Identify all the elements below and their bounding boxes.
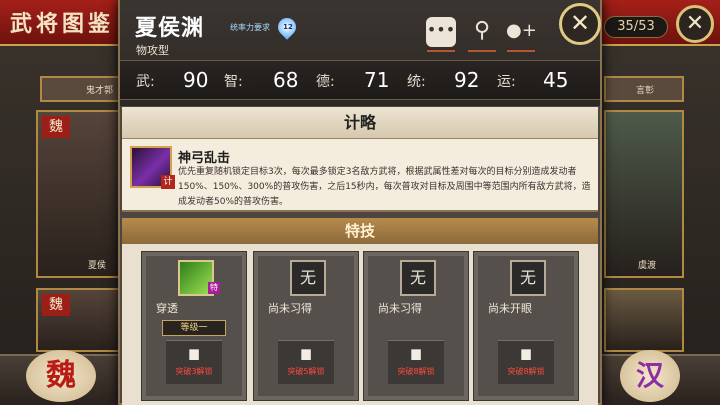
strategy-title: 计略 <box>343 113 376 132</box>
side-card-label: 虞渡 <box>638 261 657 271</box>
chat-bubble-icon[interactable]: ••• <box>426 17 456 47</box>
lock-icon: ▆ <box>411 346 421 360</box>
stat-label: 统: <box>407 74 426 90</box>
strategy-tag: 计 <box>161 175 175 189</box>
faction-tag: 魏 <box>42 116 70 138</box>
side-card-label: 言彰 <box>636 86 655 96</box>
unlock-requirement: 突破8解锁 <box>507 367 545 376</box>
magnifier-icon[interactable]: ⚲ <box>467 17 497 47</box>
stat-label: 智: <box>224 74 243 90</box>
codex-title: 武将图鉴 <box>10 11 115 37</box>
specialty-tag: 特 <box>208 282 220 294</box>
lock-icon: ▆ <box>189 346 199 360</box>
specialty-slot[interactable]: 无 尚未习得 ▆ 突破8解锁 <box>363 251 469 401</box>
treasure-add-icon[interactable]: ●+ <box>506 17 537 47</box>
specialty-slot[interactable]: 无 尚未开眼 ▆ 突破8解锁 <box>473 251 579 401</box>
general-name: 夏侯渊 <box>135 15 205 41</box>
stat-label: 武: <box>136 74 155 90</box>
codex-close-icon[interactable]: ✕ <box>676 5 714 43</box>
specialty-slot[interactable]: 特 穿透 等级一 ▆ 突破3解锁 <box>141 251 247 401</box>
tab-underline <box>427 50 455 52</box>
stat-label: 运: <box>497 74 516 90</box>
codex-count: 35/53 <box>604 16 668 38</box>
faction-wei-button[interactable]: 魏 <box>26 350 96 402</box>
specialty-level: 等级一 <box>162 320 226 336</box>
specialty-label: 穿透 <box>156 302 178 315</box>
specialty-label: 尚未习得 <box>378 302 422 315</box>
stat-value: 45 <box>543 68 569 92</box>
tab-underline <box>468 50 496 52</box>
specialty-title-bar: 特技 <box>122 218 598 244</box>
tab-underline <box>507 50 535 52</box>
faction-han-button[interactable]: 汉 <box>620 350 680 402</box>
empty-skill-icon: 无 <box>400 260 436 296</box>
stat-value: 71 <box>364 68 390 92</box>
specialty-slot[interactable]: 无 尚未习得 ▆ 突破5解锁 <box>253 251 359 401</box>
specialty-label: 尚未开眼 <box>488 302 532 315</box>
specialty-title: 特技 <box>344 222 375 240</box>
empty-skill-icon: 无 <box>290 260 326 296</box>
unlock-requirement: 突破8解锁 <box>397 367 435 376</box>
strategy-title-bar: 计略 <box>122 107 598 139</box>
stat-value: 68 <box>273 68 299 92</box>
side-card-top-right[interactable]: 言彰 <box>604 76 684 102</box>
side-card-right[interactable]: 虞渡 <box>604 110 684 278</box>
stat-value: 90 <box>183 68 209 92</box>
side-card-label: 鬼才郭 <box>86 86 114 96</box>
strategy-name: 神弓乱击 <box>178 151 231 166</box>
side-card-label: 夏侯 <box>88 261 107 271</box>
stat-label: 德: <box>316 74 335 90</box>
empty-skill-icon: 无 <box>510 260 546 296</box>
specialty-label: 尚未习得 <box>268 302 312 315</box>
command-requirement-label: 统率力要求 <box>230 23 270 32</box>
lock-icon: ▆ <box>521 346 531 360</box>
side-card-right-lower[interactable] <box>604 288 684 352</box>
faction-tag: 魏 <box>42 294 70 316</box>
general-type: 物攻型 <box>136 44 169 57</box>
crossed-swords-close-icon[interactable]: ✕ <box>559 3 601 45</box>
unlock-requirement: 突破3解锁 <box>175 367 213 376</box>
command-requirement-value: 12 <box>283 23 293 31</box>
strategy-description: 优先重复随机锁定目标3次，每次最多锁定3名敌方武将，根据武属性差对每次的目标分别… <box>178 167 591 207</box>
unlock-requirement: 突破5解锁 <box>287 367 325 376</box>
stat-value: 92 <box>454 68 480 92</box>
lock-icon: ▆ <box>301 346 311 360</box>
